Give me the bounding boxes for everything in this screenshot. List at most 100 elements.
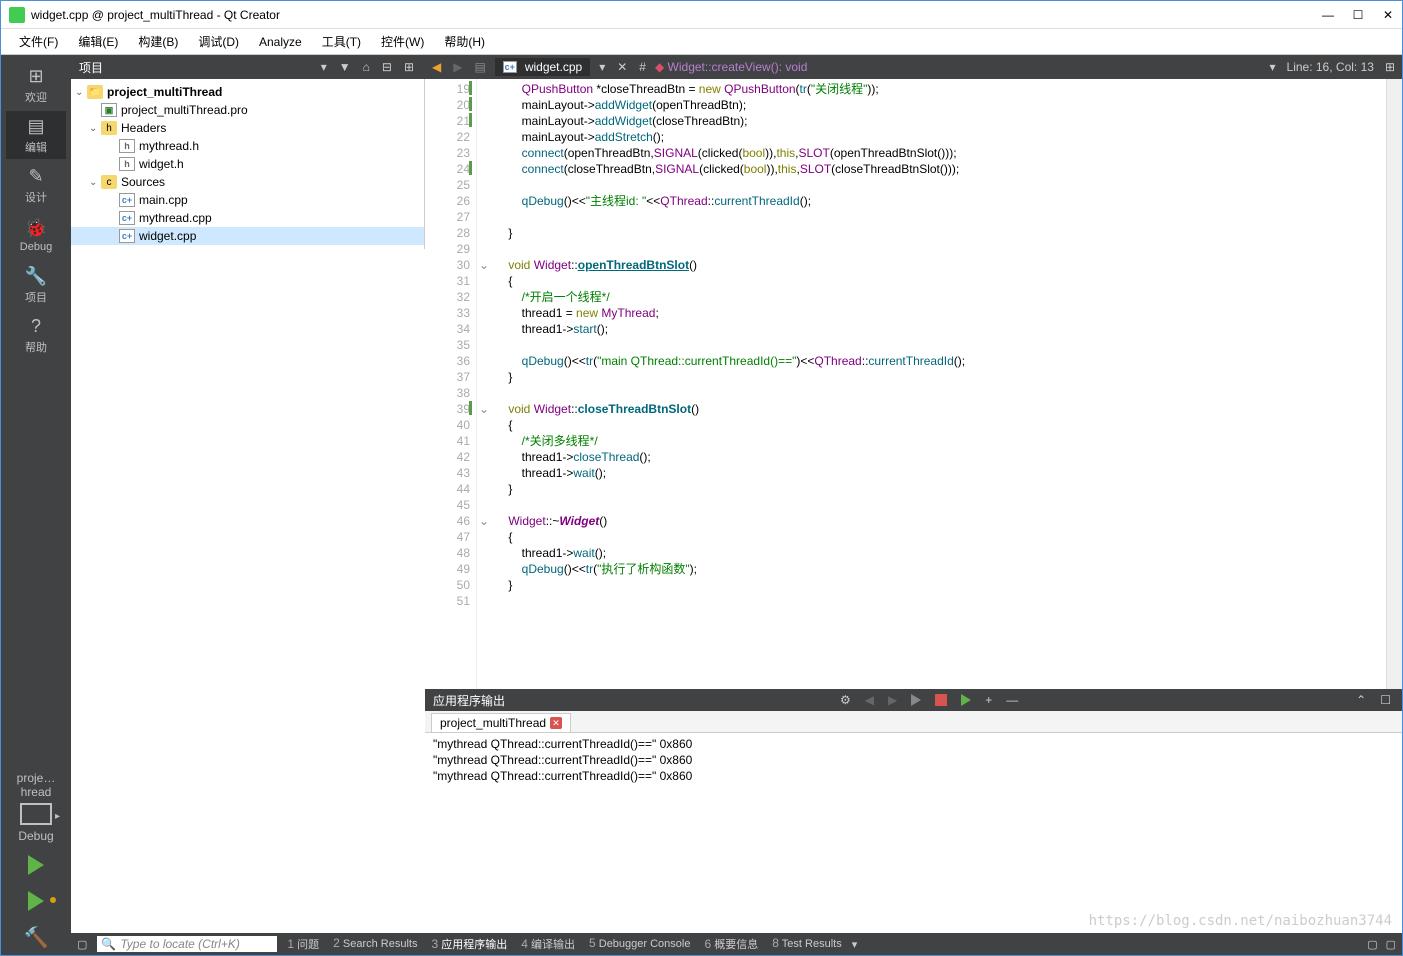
output-run-icon[interactable] (908, 694, 924, 706)
locator-input[interactable]: 🔍 Type to locate (Ctrl+K) (97, 936, 277, 952)
mode-编辑[interactable]: ▤编辑 (6, 111, 66, 159)
chevron-icon: ⌄ (89, 123, 101, 134)
output-rerun-button[interactable] (958, 694, 974, 706)
close-output-tab-icon[interactable]: ✕ (550, 717, 562, 729)
tree-item[interactable]: h widget.h (71, 155, 424, 173)
search-icon: 🔍 (101, 937, 116, 951)
kit-selector[interactable]: proje…hread ▸ Debug (6, 767, 66, 847)
watermark-text: https://blog.csdn.net/naibozhuan3744 (1089, 913, 1392, 929)
file-icon: c+ (119, 229, 135, 243)
run-button[interactable] (16, 847, 56, 883)
output-line: "mythread QThread::currentThreadId()==" … (433, 737, 1394, 753)
output-body[interactable]: "mythread QThread::currentThreadId()==" … (425, 733, 1402, 933)
tree-label: Headers (121, 121, 166, 135)
status-tab[interactable]: 3 应用程序输出 (432, 936, 508, 952)
output-settings-icon[interactable]: ⚙ (837, 693, 854, 707)
debug-run-button[interactable] (16, 883, 56, 919)
mode-Debug[interactable]: 🐞Debug (6, 211, 66, 259)
output-collapse-icon[interactable]: ⌃ (1353, 693, 1369, 707)
menu-item[interactable]: Analyze (251, 33, 310, 51)
mode-项目[interactable]: 🔧 项目 (6, 261, 66, 309)
status-dropdown-icon[interactable]: ▾ (852, 938, 858, 951)
symbol-crumb[interactable]: ◆ Widget::createView(): void (655, 60, 807, 74)
status-tab[interactable]: 1 问题 (287, 936, 319, 952)
link-icon[interactable]: ⌂ (360, 60, 373, 74)
menu-item[interactable]: 文件(F) (11, 31, 66, 52)
nav-back-button[interactable]: ◀ (429, 60, 444, 74)
file-icon: h (119, 157, 135, 171)
menu-item[interactable]: 编辑(E) (70, 31, 126, 52)
vertical-scrollbar[interactable] (1386, 79, 1402, 689)
tree-item[interactable]: ▣project_multiThread.pro (71, 101, 424, 119)
mode-label: 帮助 (25, 339, 47, 355)
file-tab[interactable]: c+ widget.cpp (495, 58, 590, 76)
tree-item[interactable]: ⌄📁project_multiThread (71, 83, 424, 101)
menu-item[interactable]: 帮助(H) (436, 31, 493, 52)
tree-item[interactable]: c+mythread.cpp (71, 209, 424, 227)
status-tab[interactable]: 2 Search Results (333, 936, 417, 952)
tree-item[interactable]: hmythread.h (71, 137, 424, 155)
output-toggle-icon[interactable]: ▢ (1386, 938, 1396, 951)
project-panel-title: 项目 (79, 59, 312, 76)
split-editor-icon[interactable]: # (636, 60, 649, 74)
menu-item[interactable]: 工具(T) (314, 31, 369, 52)
mode-欢迎[interactable]: ⊞ 欢迎 (6, 61, 66, 109)
tree-item[interactable]: c+main.cpp (71, 191, 424, 209)
output-title: 应用程序输出 (433, 692, 505, 709)
maximize-button[interactable]: ☐ (1352, 9, 1364, 21)
mode-设计[interactable]: ✎设计 (6, 161, 66, 209)
status-tab[interactable]: 8 Test Results (772, 936, 841, 952)
menu-item[interactable]: 构建(B) (130, 31, 186, 52)
mode-icon: 🔧 (25, 266, 47, 287)
nav-forward-button[interactable]: ▶ (450, 60, 465, 74)
mode-帮助[interactable]: ?帮助 (6, 311, 66, 359)
status-tab[interactable]: 5 Debugger Console (589, 936, 690, 952)
sync-icon[interactable]: ⊟ (379, 60, 395, 74)
mode-icon: ▤ (27, 116, 44, 137)
filter-icon[interactable]: ▼ (336, 60, 354, 74)
file-icon: c+ (119, 211, 135, 225)
file-icon: c+ (119, 193, 135, 207)
nav-menu-icon[interactable]: ▤ (471, 60, 488, 74)
editor-split-icon[interactable]: ⊞ (1382, 60, 1398, 74)
output-maximize-icon[interactable]: ☐ (1377, 693, 1394, 707)
build-button[interactable]: 🔨 (16, 919, 56, 955)
split-icon[interactable]: ⊞ (401, 60, 417, 74)
output-prev-icon[interactable]: ◀ (862, 693, 877, 707)
tree-label: widget.h (139, 157, 184, 171)
kit-name: proje…hread (6, 771, 66, 799)
minimize-button[interactable]: — (1322, 9, 1334, 21)
progress-toggle-icon[interactable]: ▢ (1367, 938, 1377, 951)
monitor-icon: ▸ (20, 803, 52, 825)
status-tab[interactable]: 4 编译输出 (521, 936, 575, 952)
tree-item[interactable]: c+widget.cpp (71, 227, 424, 245)
chevron-icon: ⌄ (75, 87, 87, 98)
chevron-icon: ⌄ (89, 177, 101, 188)
statusbar: ▢ 🔍 Type to locate (Ctrl+K) 1 问题 2 Search… (71, 933, 1402, 955)
project-dropdown-icon[interactable]: ▾ (318, 60, 330, 74)
code-editor[interactable]: 1920212223242526272829303132333435363738… (425, 79, 1402, 689)
sidebar-toggle-icon[interactable]: ▢ (77, 938, 87, 951)
close-tab-button[interactable]: ✕ (614, 60, 630, 74)
menu-item[interactable]: 控件(W) (373, 31, 432, 52)
output-next-icon[interactable]: ▶ (885, 693, 900, 707)
close-button[interactable]: ✕ (1382, 9, 1394, 21)
file-dropdown-icon[interactable]: ▾ (596, 60, 608, 74)
mode-icon: ⊞ (28, 66, 43, 87)
output-remove-icon[interactable]: — (1003, 693, 1021, 707)
tree-item[interactable]: ⌄cSources (71, 173, 424, 191)
project-tree[interactable]: ⌄📁project_multiThread▣project_multiThrea… (71, 79, 425, 249)
menu-item[interactable]: 调试(D) (190, 31, 247, 52)
status-tab[interactable]: 6 概要信息 (704, 936, 758, 952)
cursor-position: Line: 16, Col: 13 (1287, 60, 1374, 74)
output-stop-button[interactable] (932, 694, 950, 706)
mode-label: Debug (20, 241, 52, 253)
mode-label: 欢迎 (25, 89, 47, 105)
output-line: "mythread QThread::currentThreadId()==" … (433, 753, 1394, 769)
tree-item[interactable]: ⌄hHeaders (71, 119, 424, 137)
mode-label: 项目 (25, 289, 47, 305)
output-add-icon[interactable]: + (982, 693, 995, 707)
output-tab[interactable]: project_multiThread ✕ (431, 713, 571, 732)
crumb-dropdown-icon[interactable]: ▾ (1267, 60, 1279, 74)
editor-toolbar: ◀ ▶ ▤ c+ widget.cpp ▾ ✕ # ◆ Widget::crea… (425, 55, 1402, 79)
